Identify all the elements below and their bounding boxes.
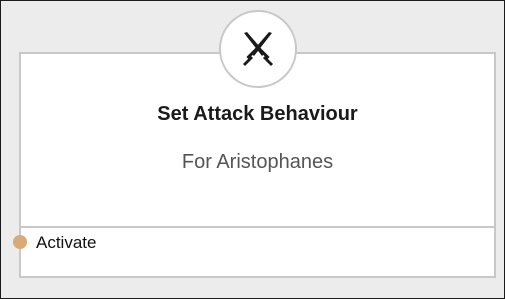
node-title: Set Attack Behaviour: [157, 103, 358, 125]
node-icon-badge: [219, 10, 297, 88]
node-divider: [21, 226, 494, 228]
node-subtitle: For Aristophanes: [181, 151, 334, 173]
activate-input-port[interactable]: [13, 235, 27, 249]
activate-port-label: Activate: [36, 233, 97, 252]
crossed-swords-icon: [238, 29, 278, 69]
